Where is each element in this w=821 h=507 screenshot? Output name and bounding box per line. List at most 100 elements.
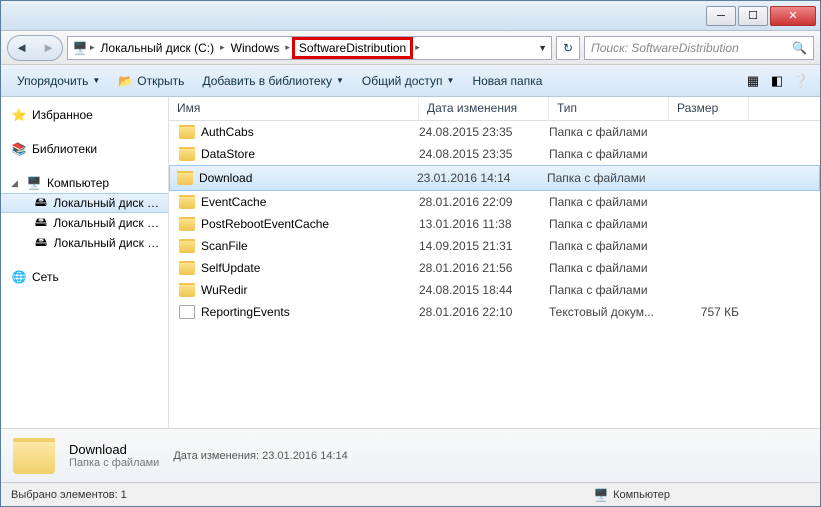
- refresh-button[interactable]: ↻: [556, 36, 580, 60]
- breadcrumb-item-current[interactable]: SoftwareDistribution: [292, 37, 413, 59]
- folder-icon: [179, 195, 195, 209]
- minimize-button[interactable]: ─: [706, 6, 736, 26]
- file-name: WuRedir: [201, 283, 247, 297]
- preview-pane-button[interactable]: ◧: [766, 70, 788, 92]
- file-row[interactable]: EventCache 28.01.2016 22:09Папка с файлам…: [169, 191, 820, 213]
- details-pane: Download Папка с файлами Дата изменения:…: [1, 428, 820, 482]
- folder-icon: [179, 125, 195, 139]
- file-pane: Имя Дата изменения Тип Размер AuthCabs 24…: [169, 97, 820, 428]
- sidebar: ⭐Избранное 📚Библиотеки ◢🖥️Компьютер 🖴Лок…: [1, 97, 169, 428]
- file-name: AuthCabs: [201, 125, 254, 139]
- file-date: 24.08.2015 18:44: [419, 283, 549, 297]
- titlebar: ─ ☐ ✕: [1, 1, 820, 31]
- forward-button[interactable]: ►: [40, 39, 58, 57]
- folder-icon: [179, 147, 195, 161]
- back-button[interactable]: ◄: [13, 39, 31, 57]
- column-headers: Имя Дата изменения Тип Размер: [169, 97, 820, 121]
- file-name: ReportingEvents: [201, 305, 290, 319]
- help-button[interactable]: ❔: [790, 70, 812, 92]
- open-button[interactable]: 📂Открыть: [110, 70, 192, 92]
- share-button[interactable]: Общий доступ ▼: [354, 70, 463, 92]
- file-type: Папка с файлами: [547, 171, 667, 185]
- folder-icon: [179, 217, 195, 231]
- status-bar: Выбрано элементов: 1 🖥️Компьютер: [1, 482, 820, 506]
- file-name: SelfUpdate: [201, 261, 260, 275]
- expand-icon[interactable]: ◢: [11, 178, 21, 189]
- close-button[interactable]: ✕: [770, 6, 816, 26]
- file-name: Download: [199, 171, 252, 185]
- file-row[interactable]: Download 23.01.2016 14:14Папка с файлами: [169, 165, 820, 191]
- new-folder-button[interactable]: Новая папка: [464, 70, 550, 92]
- breadcrumb-item[interactable]: Локальный диск (C:): [97, 37, 219, 59]
- chevron-right-icon: ▸: [413, 42, 422, 53]
- chevron-down-icon: ▼: [447, 76, 455, 85]
- file-row[interactable]: DataStore24.08.2015 23:35Папка с файлами: [169, 143, 820, 165]
- file-type: Папка с файлами: [549, 147, 669, 161]
- view-options-button[interactable]: ▦: [742, 70, 764, 92]
- column-name[interactable]: Имя: [169, 97, 419, 120]
- chevron-right-icon: ▸: [283, 42, 292, 53]
- file-type: Папка с файлами: [549, 239, 669, 253]
- file-type: Папка с файлами: [549, 125, 669, 139]
- file-date: 23.01.2016 14:14: [417, 171, 547, 185]
- sidebar-libraries[interactable]: 📚Библиотеки: [1, 139, 168, 159]
- file-size: 757 КБ: [669, 305, 749, 319]
- file-row[interactable]: PostRebootEventCache13.01.2016 11:38Папк…: [169, 213, 820, 235]
- file-date: 14.09.2015 21:31: [419, 239, 549, 253]
- organize-button[interactable]: Упорядочить ▼: [9, 70, 108, 92]
- sidebar-drive-d[interactable]: 🖴Локальный диск (D:): [1, 213, 168, 233]
- file-name: DataStore: [201, 147, 255, 161]
- address-bar[interactable]: 🖥️ ▸ Локальный диск (C:) ▸ Windows ▸ Sof…: [67, 36, 552, 60]
- file-type: Папка с файлами: [549, 283, 669, 297]
- nav-row: ◄ ► 🖥️ ▸ Локальный диск (C:) ▸ Windows ▸…: [1, 31, 820, 65]
- main-area: ⭐Избранное 📚Библиотеки ◢🖥️Компьютер 🖴Лок…: [1, 97, 820, 428]
- file-date: 28.01.2016 22:10: [419, 305, 549, 319]
- add-to-library-button[interactable]: Добавить в библиотеку ▼: [194, 70, 351, 92]
- sidebar-computer[interactable]: ◢🖥️Компьютер: [1, 173, 168, 193]
- column-type[interactable]: Тип: [549, 97, 669, 120]
- disk-icon: 🖴: [33, 215, 48, 231]
- chevron-down-icon: ▼: [336, 76, 344, 85]
- folder-icon: [13, 438, 55, 474]
- sidebar-drive-c[interactable]: 🖴Локальный диск (C:): [1, 193, 168, 213]
- sidebar-network[interactable]: 🌐Сеть: [1, 267, 168, 287]
- search-input[interactable]: Поиск: SoftwareDistribution 🔍: [584, 36, 814, 60]
- libraries-icon: 📚: [11, 141, 27, 157]
- breadcrumb-item[interactable]: Windows: [227, 37, 284, 59]
- status-selection: Выбрано элементов: 1: [11, 489, 127, 501]
- column-size[interactable]: Размер: [669, 97, 749, 120]
- file-name: EventCache: [201, 195, 266, 209]
- chevron-down-icon: ▼: [92, 76, 100, 85]
- nav-buttons: ◄ ►: [7, 35, 63, 61]
- details-type: Папка с файлами: [69, 457, 159, 469]
- file-row[interactable]: AuthCabs 24.08.2015 23:35Папка с файлами: [169, 121, 820, 143]
- file-row[interactable]: ScanFile14.09.2015 21:31Папка с файлами: [169, 235, 820, 257]
- file-row[interactable]: WuRedir 24.08.2015 18:44Папка с файлами: [169, 279, 820, 301]
- details-name: Download: [69, 442, 159, 457]
- column-date[interactable]: Дата изменения: [419, 97, 549, 120]
- folder-icon: [179, 283, 195, 297]
- sidebar-drive-f[interactable]: 🖴Локальный диск (F:): [1, 233, 168, 253]
- open-icon: 📂: [118, 74, 133, 88]
- chevron-right-icon: ▸: [88, 42, 97, 53]
- folder-icon: [179, 261, 195, 275]
- folder-icon: [179, 239, 195, 253]
- file-row[interactable]: ReportingEvents 28.01.2016 22:10Текстовый…: [169, 301, 820, 323]
- file-date: 13.01.2016 11:38: [419, 217, 549, 231]
- file-type: Текстовый докум...: [549, 305, 669, 319]
- status-location: 🖥️Компьютер: [593, 487, 670, 503]
- folder-icon: [177, 171, 193, 185]
- file-date: 24.08.2015 23:35: [419, 125, 549, 139]
- dropdown-icon[interactable]: ▼: [538, 43, 547, 53]
- file-date: 28.01.2016 22:09: [419, 195, 549, 209]
- disk-icon: 🖴: [33, 195, 48, 211]
- maximize-button[interactable]: ☐: [738, 6, 768, 26]
- details-meta: Дата изменения: 23.01.2016 14:14: [173, 450, 347, 462]
- file-row[interactable]: SelfUpdate28.01.2016 21:56Папка с файлам…: [169, 257, 820, 279]
- sidebar-favorites[interactable]: ⭐Избранное: [1, 105, 168, 125]
- text-file-icon: [179, 305, 195, 319]
- file-type: Папка с файлами: [549, 195, 669, 209]
- toolbar: Упорядочить ▼ 📂Открыть Добавить в библио…: [1, 65, 820, 97]
- computer-icon: 🖥️: [593, 487, 609, 503]
- computer-icon: 🖥️: [26, 175, 42, 191]
